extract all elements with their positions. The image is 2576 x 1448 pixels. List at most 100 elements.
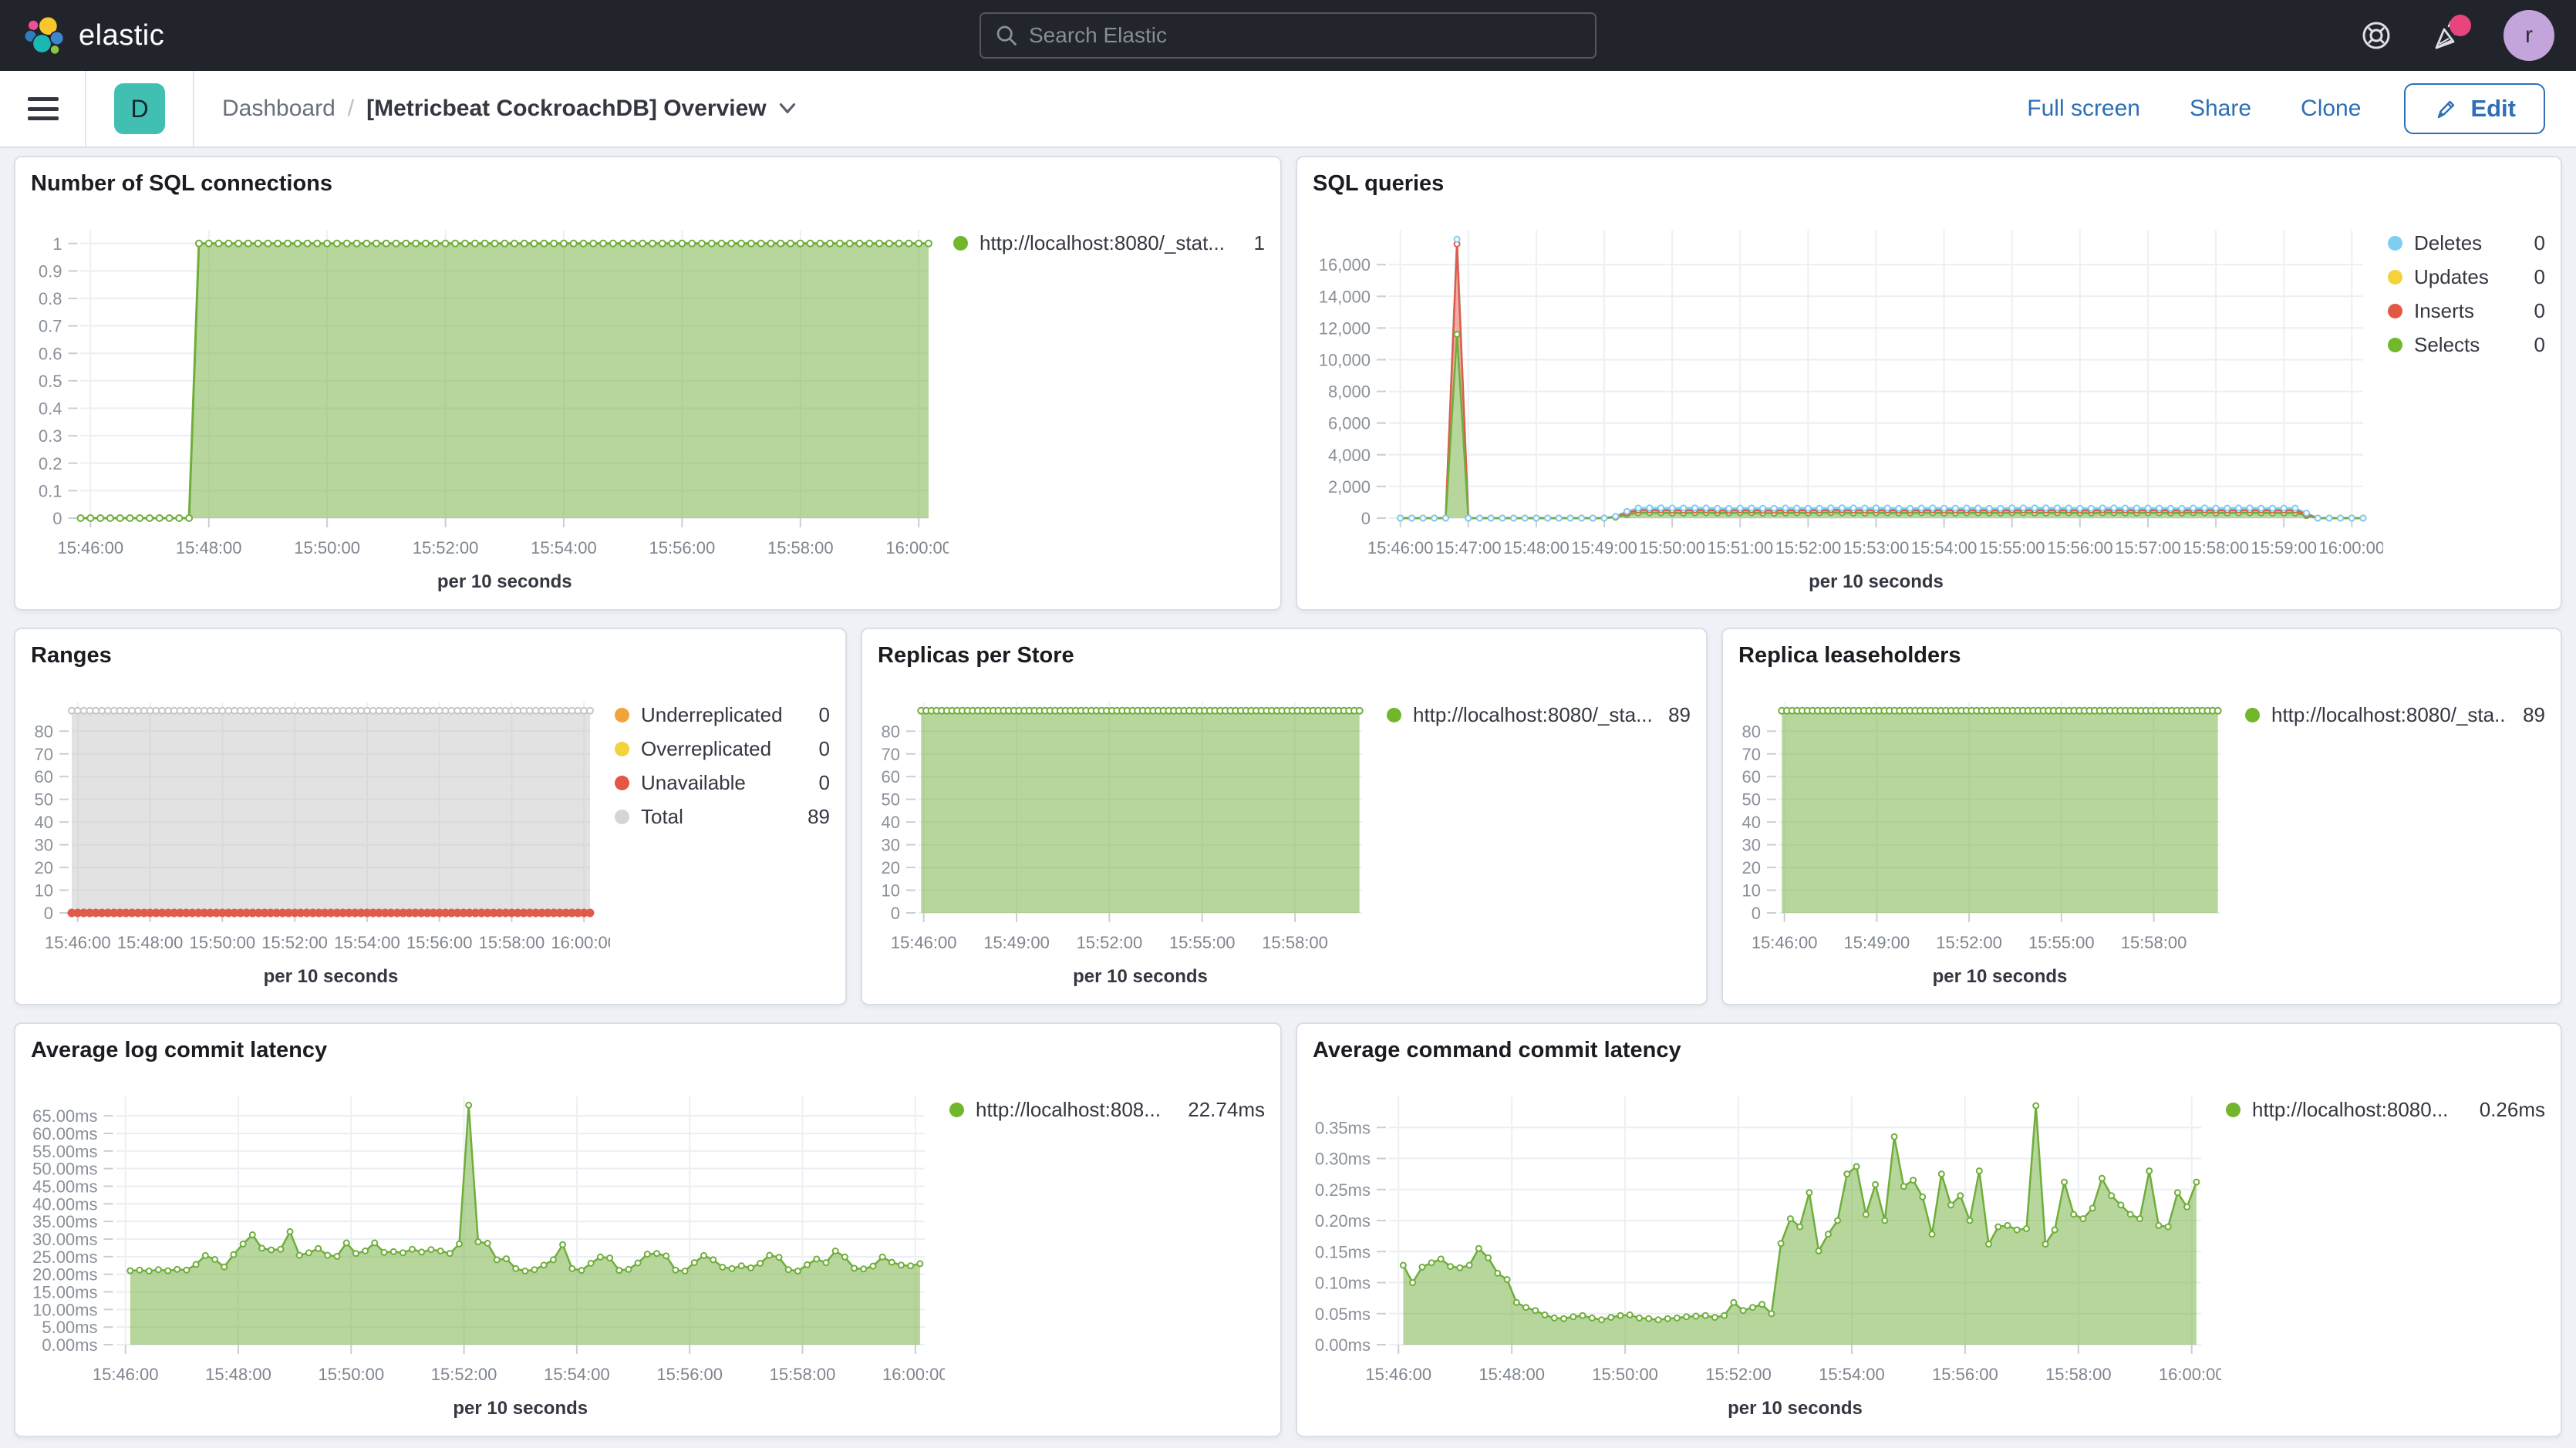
legend-item[interactable]: Deletes0: [2388, 231, 2545, 255]
svg-text:0.9: 0.9: [39, 261, 62, 281]
legend-label: http://localhost:808...: [976, 1098, 1172, 1122]
panel-title[interactable]: Number of SQL connections: [31, 171, 1265, 199]
svg-text:16:00:00: 16:00:00: [882, 1365, 945, 1384]
svg-text:80: 80: [35, 722, 53, 741]
svg-text:0: 0: [1361, 509, 1371, 528]
svg-text:0.00ms: 0.00ms: [1315, 1335, 1371, 1355]
legend-label: http://localhost:8080...: [2252, 1098, 2464, 1122]
chart-ranges[interactable]: 0102030405060708015:46:0015:48:0015:50:0…: [31, 677, 610, 990]
legend-value: 22.74ms: [1188, 1098, 1265, 1122]
legend-color-dot: [615, 708, 629, 722]
panel-title[interactable]: Average log commit latency: [31, 1038, 1265, 1066]
chart-replicas-per-store[interactable]: 0102030405060708015:46:0015:49:0015:52:0…: [878, 677, 1382, 990]
panel-ranges: Ranges0102030405060708015:46:0015:48:001…: [14, 628, 847, 1005]
svg-text:16:00:00: 16:00:00: [2159, 1365, 2221, 1384]
svg-text:14,000: 14,000: [1319, 287, 1371, 306]
legend-item[interactable]: Updates0: [2388, 265, 2545, 289]
dashboard-grid: Number of SQL connections 00.10.20.30.40.…: [0, 148, 2576, 1448]
search-input[interactable]: [1029, 23, 1581, 48]
svg-text:15:50:00: 15:50:00: [318, 1365, 384, 1384]
legend-item[interactable]: http://localhost:8080/_sta...89: [1387, 703, 1691, 727]
svg-text:15:49:00: 15:49:00: [983, 933, 1050, 952]
search-icon: [995, 24, 1018, 47]
svg-text:40: 40: [882, 813, 900, 832]
breadcrumb-dashboard-link[interactable]: Dashboard: [222, 96, 335, 122]
svg-text:15:46:00: 15:46:00: [891, 933, 957, 952]
top-header: elastic: [0, 0, 2576, 71]
svg-text:15:50:00: 15:50:00: [190, 933, 256, 952]
legend-item[interactable]: Selects0: [2388, 333, 2545, 357]
legend-item[interactable]: http://localhost:8080/_stat...1: [953, 231, 1265, 255]
chart-average-log-commit-latency[interactable]: 0.00ms5.00ms10.00ms15.00ms20.00ms25.00ms…: [31, 1072, 945, 1422]
svg-text:50: 50: [882, 790, 900, 810]
legend: http://localhost:8080/_sta...89: [1382, 677, 1691, 990]
legend-label: Unavailable: [641, 771, 804, 795]
legend: http://localhost:8080/_stat...1: [949, 205, 1265, 595]
legend-value: 0: [2534, 231, 2545, 255]
svg-text:15:48:00: 15:48:00: [205, 1365, 271, 1384]
menu-button[interactable]: [28, 97, 59, 120]
legend-item[interactable]: Underreplicated0: [615, 703, 830, 727]
svg-text:60.00ms: 60.00ms: [32, 1124, 97, 1143]
chart-replica-leaseholders[interactable]: 0102030405060708015:46:0015:49:0015:52:0…: [1738, 677, 2241, 990]
svg-text:4,000: 4,000: [1328, 446, 1371, 465]
global-search[interactable]: [979, 12, 1597, 59]
whats-new-button[interactable]: [2431, 18, 2466, 53]
panel-title[interactable]: SQL queries: [1313, 171, 2545, 199]
svg-text:15:56:00: 15:56:00: [406, 933, 473, 952]
svg-text:5.00ms: 5.00ms: [42, 1318, 97, 1337]
legend-item[interactable]: http://localhost:8080/_sta...89: [2245, 703, 2545, 727]
chart-number-of-sql-connections[interactable]: 00.10.20.30.40.50.60.70.80.9115:46:0015:…: [31, 205, 949, 595]
legend-label: http://localhost:8080/_stat...: [979, 231, 1239, 255]
svg-text:15:55:00: 15:55:00: [1169, 933, 1236, 952]
svg-text:15:47:00: 15:47:00: [1435, 538, 1502, 557]
svg-text:2,000: 2,000: [1328, 477, 1371, 497]
legend-item[interactable]: Inserts0: [2388, 299, 2545, 323]
svg-text:40: 40: [35, 813, 53, 832]
svg-text:70: 70: [35, 745, 53, 764]
svg-text:15:58:00: 15:58:00: [2183, 538, 2249, 557]
panel-average-command-commit-latency: Average command commit latency 0.00ms0.05…: [1296, 1022, 2562, 1437]
svg-text:15:46:00: 15:46:00: [93, 1365, 159, 1384]
legend-item[interactable]: http://localhost:808... 22.74ms: [949, 1098, 1265, 1122]
legend-value: 89: [2523, 703, 2545, 727]
panel-title[interactable]: Average command commit latency: [1313, 1038, 2545, 1066]
svg-text:25.00ms: 25.00ms: [32, 1248, 97, 1267]
legend-item[interactable]: Total89: [615, 805, 830, 829]
svg-text:40: 40: [1742, 813, 1761, 832]
edit-button[interactable]: Edit: [2404, 83, 2545, 134]
svg-text:40.00ms: 40.00ms: [32, 1194, 97, 1214]
divider: [85, 71, 86, 146]
svg-text:15:48:00: 15:48:00: [117, 933, 184, 952]
user-avatar[interactable]: r: [2504, 10, 2554, 61]
svg-text:0.2: 0.2: [39, 454, 62, 473]
legend-item[interactable]: Overreplicated0: [615, 737, 830, 761]
legend-color-dot: [2388, 270, 2402, 285]
legend-value: 0: [2534, 299, 2545, 323]
svg-text:16:00:00: 16:00:00: [2318, 538, 2383, 557]
full-screen-button[interactable]: Full screen: [2027, 96, 2140, 122]
svg-text:15:51:00: 15:51:00: [1707, 538, 1773, 557]
legend-item[interactable]: http://localhost:8080... 0.26ms: [2226, 1098, 2545, 1122]
svg-text:80: 80: [1742, 722, 1761, 741]
legend-color-dot: [2388, 236, 2402, 251]
legend-item[interactable]: Unavailable0: [615, 771, 830, 795]
elastic-logo[interactable]: elastic: [23, 14, 164, 57]
svg-text:0.00ms: 0.00ms: [42, 1335, 97, 1355]
svg-text:20.00ms: 20.00ms: [32, 1265, 97, 1285]
clone-button[interactable]: Clone: [2301, 96, 2361, 122]
help-button[interactable]: [2359, 18, 2394, 53]
svg-text:per 10 seconds: per 10 seconds: [453, 1398, 588, 1419]
legend-value: 0.26ms: [2480, 1098, 2545, 1122]
chart-average-command-commit-latency[interactable]: 0.00ms0.05ms0.10ms0.15ms0.20ms0.25ms0.30…: [1313, 1072, 2221, 1422]
panel-title[interactable]: Replicas per Store: [878, 643, 1691, 671]
svg-text:15:54:00: 15:54:00: [1819, 1365, 1885, 1384]
svg-text:15:46:00: 15:46:00: [45, 933, 111, 952]
panel-title[interactable]: Replica leaseholders: [1738, 643, 2545, 671]
svg-text:15:52:00: 15:52:00: [1936, 933, 2002, 952]
panel-title[interactable]: Ranges: [31, 643, 830, 671]
share-button[interactable]: Share: [2190, 96, 2251, 122]
chart-sql-queries[interactable]: 02,0004,0006,0008,00010,00012,00014,0001…: [1313, 205, 2383, 595]
svg-text:15:46:00: 15:46:00: [1365, 1365, 1431, 1384]
breadcrumb-current-title[interactable]: [Metricbeat CockroachDB] Overview: [366, 96, 796, 122]
